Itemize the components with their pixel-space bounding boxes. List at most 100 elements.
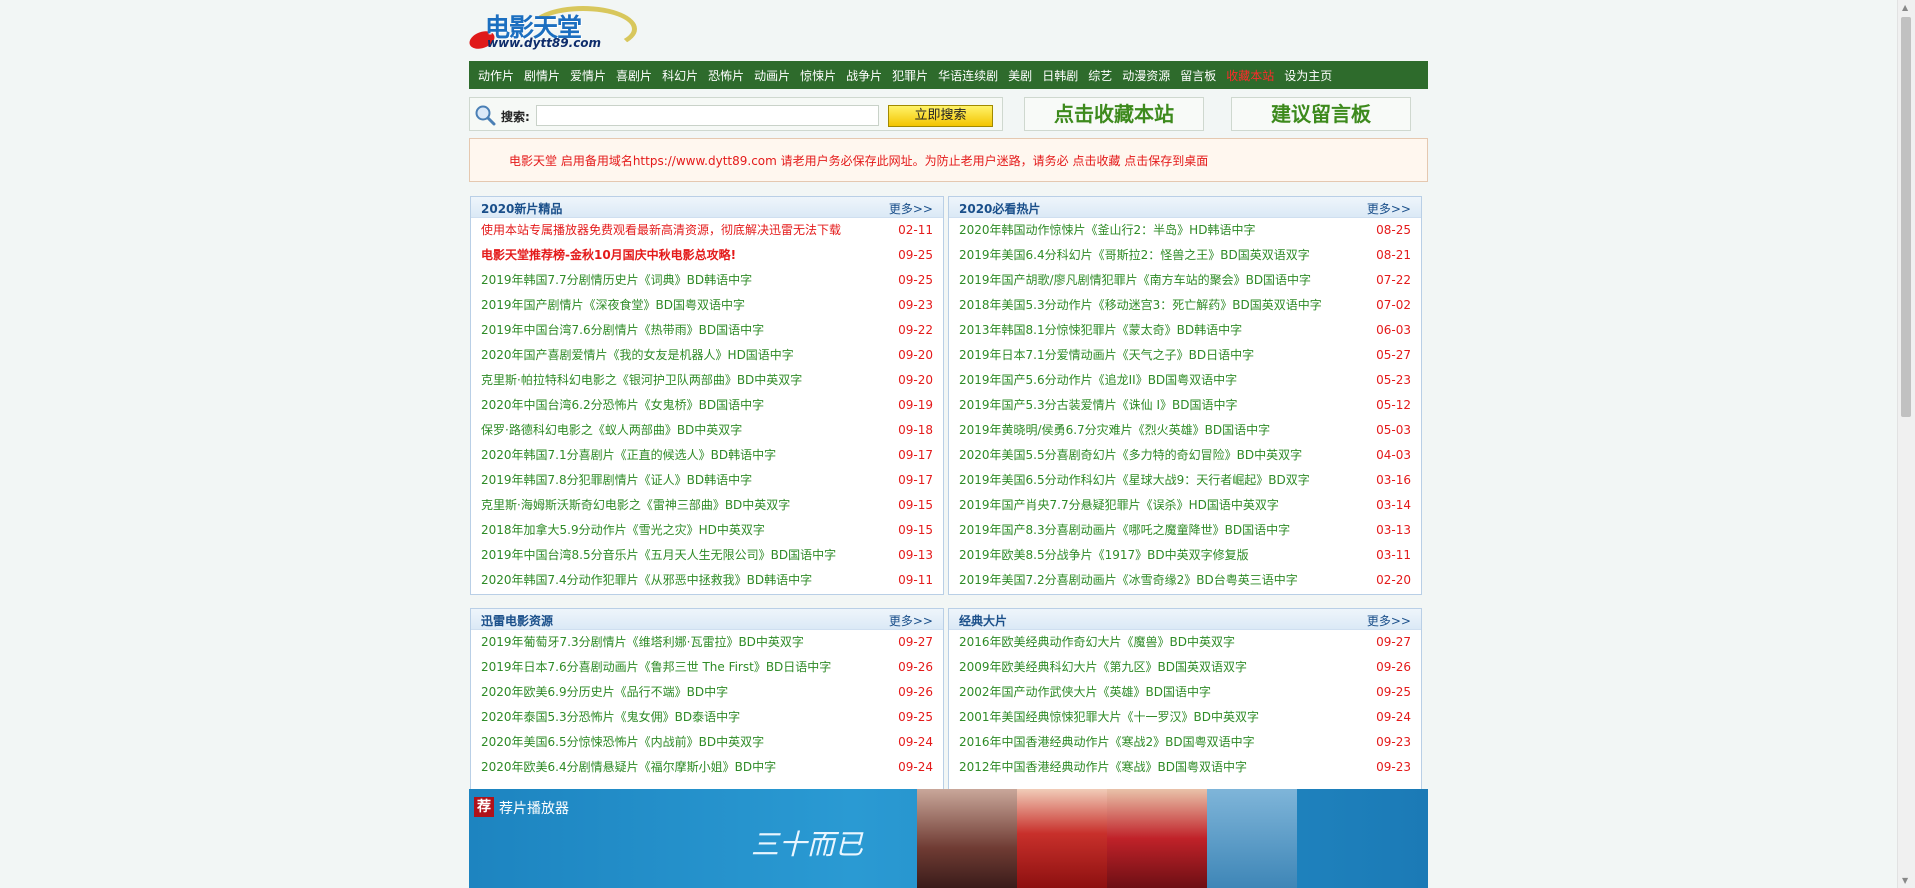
movie-link[interactable]: 2019年国产5.6分动作片《追龙II》BD国粤双语中字 [959, 373, 1237, 387]
post-date: 09-23 [1376, 735, 1411, 749]
movie-link[interactable]: 2020年韩国动作惊悚片《釜山行2：半岛》HD韩语中字 [959, 223, 1255, 237]
nav-item[interactable]: 科幻片 [662, 67, 698, 84]
nav-item[interactable]: 爱情片 [570, 67, 606, 84]
movie-link[interactable]: 2019年韩国7.8分犯罪剧情片《证人》BD韩语中字 [481, 473, 752, 487]
movie-link[interactable]: 2019年国产剧情片《深夜食堂》BD国粤双语中字 [481, 298, 745, 312]
notice-bar: 电影天堂 启用备用域名https://www.dytt89.com 请老用户务必… [469, 138, 1428, 182]
search-button[interactable]: 立即搜索 [888, 105, 993, 127]
movie-link[interactable]: 2019年美国6.4分科幻片《哥斯拉2：怪兽之王》BD国英双语双字 [959, 248, 1310, 262]
panel-thunder-resources: 迅雷电影资源 更多>> 2019年葡萄牙7.3分剧情片《维塔利娜·瓦雷拉》BD中… [470, 608, 944, 808]
list-item: 2002年国产动作武侠大片《英雄》BD国语中字 09-25 [949, 680, 1421, 705]
movie-link[interactable]: 2016年中国香港经典动作片《寒战2》BD国粤双语中字 [959, 735, 1255, 749]
scrollbar-thumb[interactable] [1901, 17, 1911, 417]
nav-item[interactable]: 动画片 [754, 67, 790, 84]
list-item: 2019年中国台湾8.5分音乐片《五月天人生无限公司》BD国语中字 09-13 [471, 543, 943, 568]
nav-item[interactable]: 综艺 [1088, 67, 1112, 84]
movie-link[interactable]: 2018年美国5.3分动作片《移动迷宫3：死亡解药》BD国英双语中字 [959, 298, 1322, 312]
more-link[interactable]: 更多>> [889, 200, 933, 217]
nav-item[interactable]: 美剧 [1008, 67, 1032, 84]
nav-item[interactable]: 留言板 [1180, 67, 1216, 84]
list-item: 2016年中国香港经典动作片《寒战2》BD国粤双语中字 09-23 [949, 730, 1421, 755]
movie-link[interactable]: 2019年葡萄牙7.3分剧情片《维塔利娜·瓦雷拉》BD中英双字 [481, 635, 804, 649]
movie-link[interactable]: 克里斯·海姆斯沃斯奇幻电影之《雷神三部曲》BD中英双字 [481, 498, 790, 512]
movie-link[interactable]: 2012年中国香港经典动作片《寒战》BD国粤双语中字 [959, 760, 1247, 774]
panel-title[interactable]: 2020必看热片 [959, 200, 1040, 217]
movie-link[interactable]: 2019年中国台湾8.5分音乐片《五月天人生无限公司》BD国语中字 [481, 548, 836, 562]
movie-link[interactable]: 2019年国产胡歌/廖凡剧情犯罪片《南方车站的聚会》BD国语中字 [959, 273, 1311, 287]
movie-link[interactable]: 2020年美国6.5分惊悚恐怖片《内战前》BD中英双字 [481, 735, 764, 749]
more-link[interactable]: 更多>> [1367, 200, 1411, 217]
post-date: 09-19 [898, 398, 933, 412]
movie-link[interactable]: 电影天堂推荐榜-金秋10月国庆中秋电影总攻略! [481, 248, 736, 262]
movie-link[interactable]: 2002年国产动作武侠大片《英雄》BD国语中字 [959, 685, 1211, 699]
movie-link[interactable]: 2020年欧美6.9分历史片《品行不端》BD中字 [481, 685, 728, 699]
panel-title[interactable]: 迅雷电影资源 [481, 612, 553, 629]
page-scrollbar[interactable]: ▲ ▼ [1897, 0, 1915, 888]
nav-item[interactable]: 惊悚片 [800, 67, 836, 84]
movie-link[interactable]: 2013年韩国8.1分惊悚犯罪片《蒙太奇》BD韩语中字 [959, 323, 1242, 337]
scroll-up-icon[interactable]: ▲ [1902, 3, 1908, 12]
panel-title[interactable]: 2020新片精品 [481, 200, 562, 217]
nav-item[interactable]: 战争片 [846, 67, 882, 84]
panel-title[interactable]: 经典大片 [959, 612, 1007, 629]
movie-link[interactable]: 2019年美国6.5分动作科幻片《星球大战9：天行者崛起》BD双字 [959, 473, 1310, 487]
movie-link[interactable]: 2019年美国7.2分喜剧动画片《冰雪奇缘2》BD台粤英三语中字 [959, 573, 1298, 587]
site-logo[interactable]: 电影天堂 www.dytt89.com [467, 2, 637, 54]
nav-item[interactable]: 犯罪片 [892, 67, 928, 84]
nav-item[interactable]: 动作片 [478, 67, 514, 84]
list-item: 2019年美国7.2分喜剧动画片《冰雪奇缘2》BD台粤英三语中字 02-20 [949, 568, 1421, 593]
movie-link[interactable]: 2019年国产8.3分喜剧动画片《哪吒之魔童降世》BD国语中字 [959, 523, 1290, 537]
movie-link[interactable]: 2020年韩国7.1分喜剧片《正直的候选人》BD韩语中字 [481, 448, 776, 462]
movie-link[interactable]: 2019年黄晓明/侯勇6.7分灾难片《烈火英雄》BD国语中字 [959, 423, 1270, 437]
list-item: 2019年美国6.5分动作科幻片《星球大战9：天行者崛起》BD双字 03-16 [949, 468, 1421, 493]
bookmark-button[interactable]: 点击收藏本站 [1024, 97, 1204, 131]
search-box: 搜索: 立即搜索 [469, 97, 1003, 131]
nav-item[interactable]: 日韩剧 [1042, 67, 1078, 84]
feedback-board-button[interactable]: 建议留言板 [1231, 97, 1411, 131]
movie-link[interactable]: 2019年日本7.1分爱情动画片《天气之子》BD日语中字 [959, 348, 1254, 362]
nav-item[interactable]: 喜剧片 [616, 67, 652, 84]
list-item: 2019年美国6.4分科幻片《哥斯拉2：怪兽之王》BD国英双语双字 08-21 [949, 243, 1421, 268]
movie-link[interactable]: 使用本站专属播放器免费观看最新高清资源，彻底解决迅雷无法下载 [481, 223, 841, 237]
movie-link[interactable]: 2020年韩国7.4分动作犯罪片《从邪恶中拯救我》BD韩语中字 [481, 573, 812, 587]
movie-link[interactable]: 2009年欧美经典科幻大片《第九区》BD国英双语双字 [959, 660, 1247, 674]
list-item: 2019年黄晓明/侯勇6.7分灾难片《烈火英雄》BD国语中字 05-03 [949, 418, 1421, 443]
nav-item[interactable]: 恐怖片 [708, 67, 744, 84]
list-item: 2020年泰国5.3分恐怖片《鬼女佣》BD泰语中字 09-25 [471, 705, 943, 730]
nav-item[interactable]: 设为主页 [1284, 67, 1332, 84]
notice-text[interactable]: 电影天堂 启用备用域名https://www.dytt89.com 请老用户务必… [509, 152, 1208, 169]
player-banner[interactable]: 荐 荐片播放器 三十而已 [469, 789, 1428, 888]
movie-link[interactable]: 2019年韩国7.7分剧情历史片《词典》BD韩语中字 [481, 273, 752, 287]
movie-link[interactable]: 2019年中国台湾7.6分剧情片《热带雨》BD国语中字 [481, 323, 764, 337]
banner-label: 荐片播放器 [499, 801, 569, 817]
more-link[interactable]: 更多>> [889, 612, 933, 629]
search-input[interactable] [536, 105, 879, 126]
nav-item[interactable]: 收藏本站 [1226, 67, 1274, 84]
nav-item[interactable]: 剧情片 [524, 67, 560, 84]
movie-link[interactable]: 保罗·路德科幻电影之《蚁人两部曲》BD中英双字 [481, 423, 742, 437]
more-link[interactable]: 更多>> [1367, 612, 1411, 629]
nav-item[interactable]: 动漫资源 [1122, 67, 1170, 84]
movie-link[interactable]: 2018年加拿大5.9分动作片《雪光之灾》HD中英双字 [481, 523, 765, 537]
movie-link[interactable]: 2020年美国5.5分喜剧奇幻片《多力特的奇幻冒险》BD中英双字 [959, 448, 1302, 462]
movie-link[interactable]: 2020年泰国5.3分恐怖片《鬼女佣》BD泰语中字 [481, 710, 740, 724]
post-date: 09-20 [898, 348, 933, 362]
movie-link[interactable]: 2019年国产肖央7.7分悬疑犯罪片《误杀》HD国语中英双字 [959, 498, 1279, 512]
panel-header: 2020新片精品 更多>> [471, 197, 943, 218]
movie-link[interactable]: 2020年中国台湾6.2分恐怖片《女鬼桥》BD国语中字 [481, 398, 764, 412]
scroll-down-icon[interactable]: ▼ [1902, 876, 1908, 885]
movie-link[interactable]: 2001年美国经典惊悚犯罪大片《十一罗汉》BD中英双字 [959, 710, 1259, 724]
movie-link[interactable]: 克里斯·帕拉特科幻电影之《银河护卫队两部曲》BD中英双字 [481, 373, 802, 387]
movie-link[interactable]: 2016年欧美经典动作奇幻大片《魔兽》BD中英双字 [959, 635, 1235, 649]
movie-link[interactable]: 2019年国产5.3分古装爱情片《诛仙 Ⅰ》BD国语中字 [959, 398, 1237, 412]
post-date: 09-13 [898, 548, 933, 562]
movie-link[interactable]: 2020年国产喜剧爱情片《我的女友是机器人》HD国语中字 [481, 348, 794, 362]
movie-link[interactable]: 2020年欧美6.4分剧情悬疑片《福尔摩斯小姐》BD中字 [481, 760, 776, 774]
post-date: 06-03 [1376, 323, 1411, 337]
list-item: 2013年韩国8.1分惊悚犯罪片《蒙太奇》BD韩语中字 06-03 [949, 318, 1421, 343]
post-date: 02-20 [1376, 573, 1411, 587]
movie-link[interactable]: 2019年欧美8.5分战争片《1917》BD中英双字修复版 [959, 548, 1249, 562]
post-date: 04-03 [1376, 448, 1411, 462]
movie-link[interactable]: 2019年日本7.6分喜剧动画片《鲁邦三世 The First》BD日语中字 [481, 660, 831, 674]
nav-item[interactable]: 华语连续剧 [938, 67, 998, 84]
